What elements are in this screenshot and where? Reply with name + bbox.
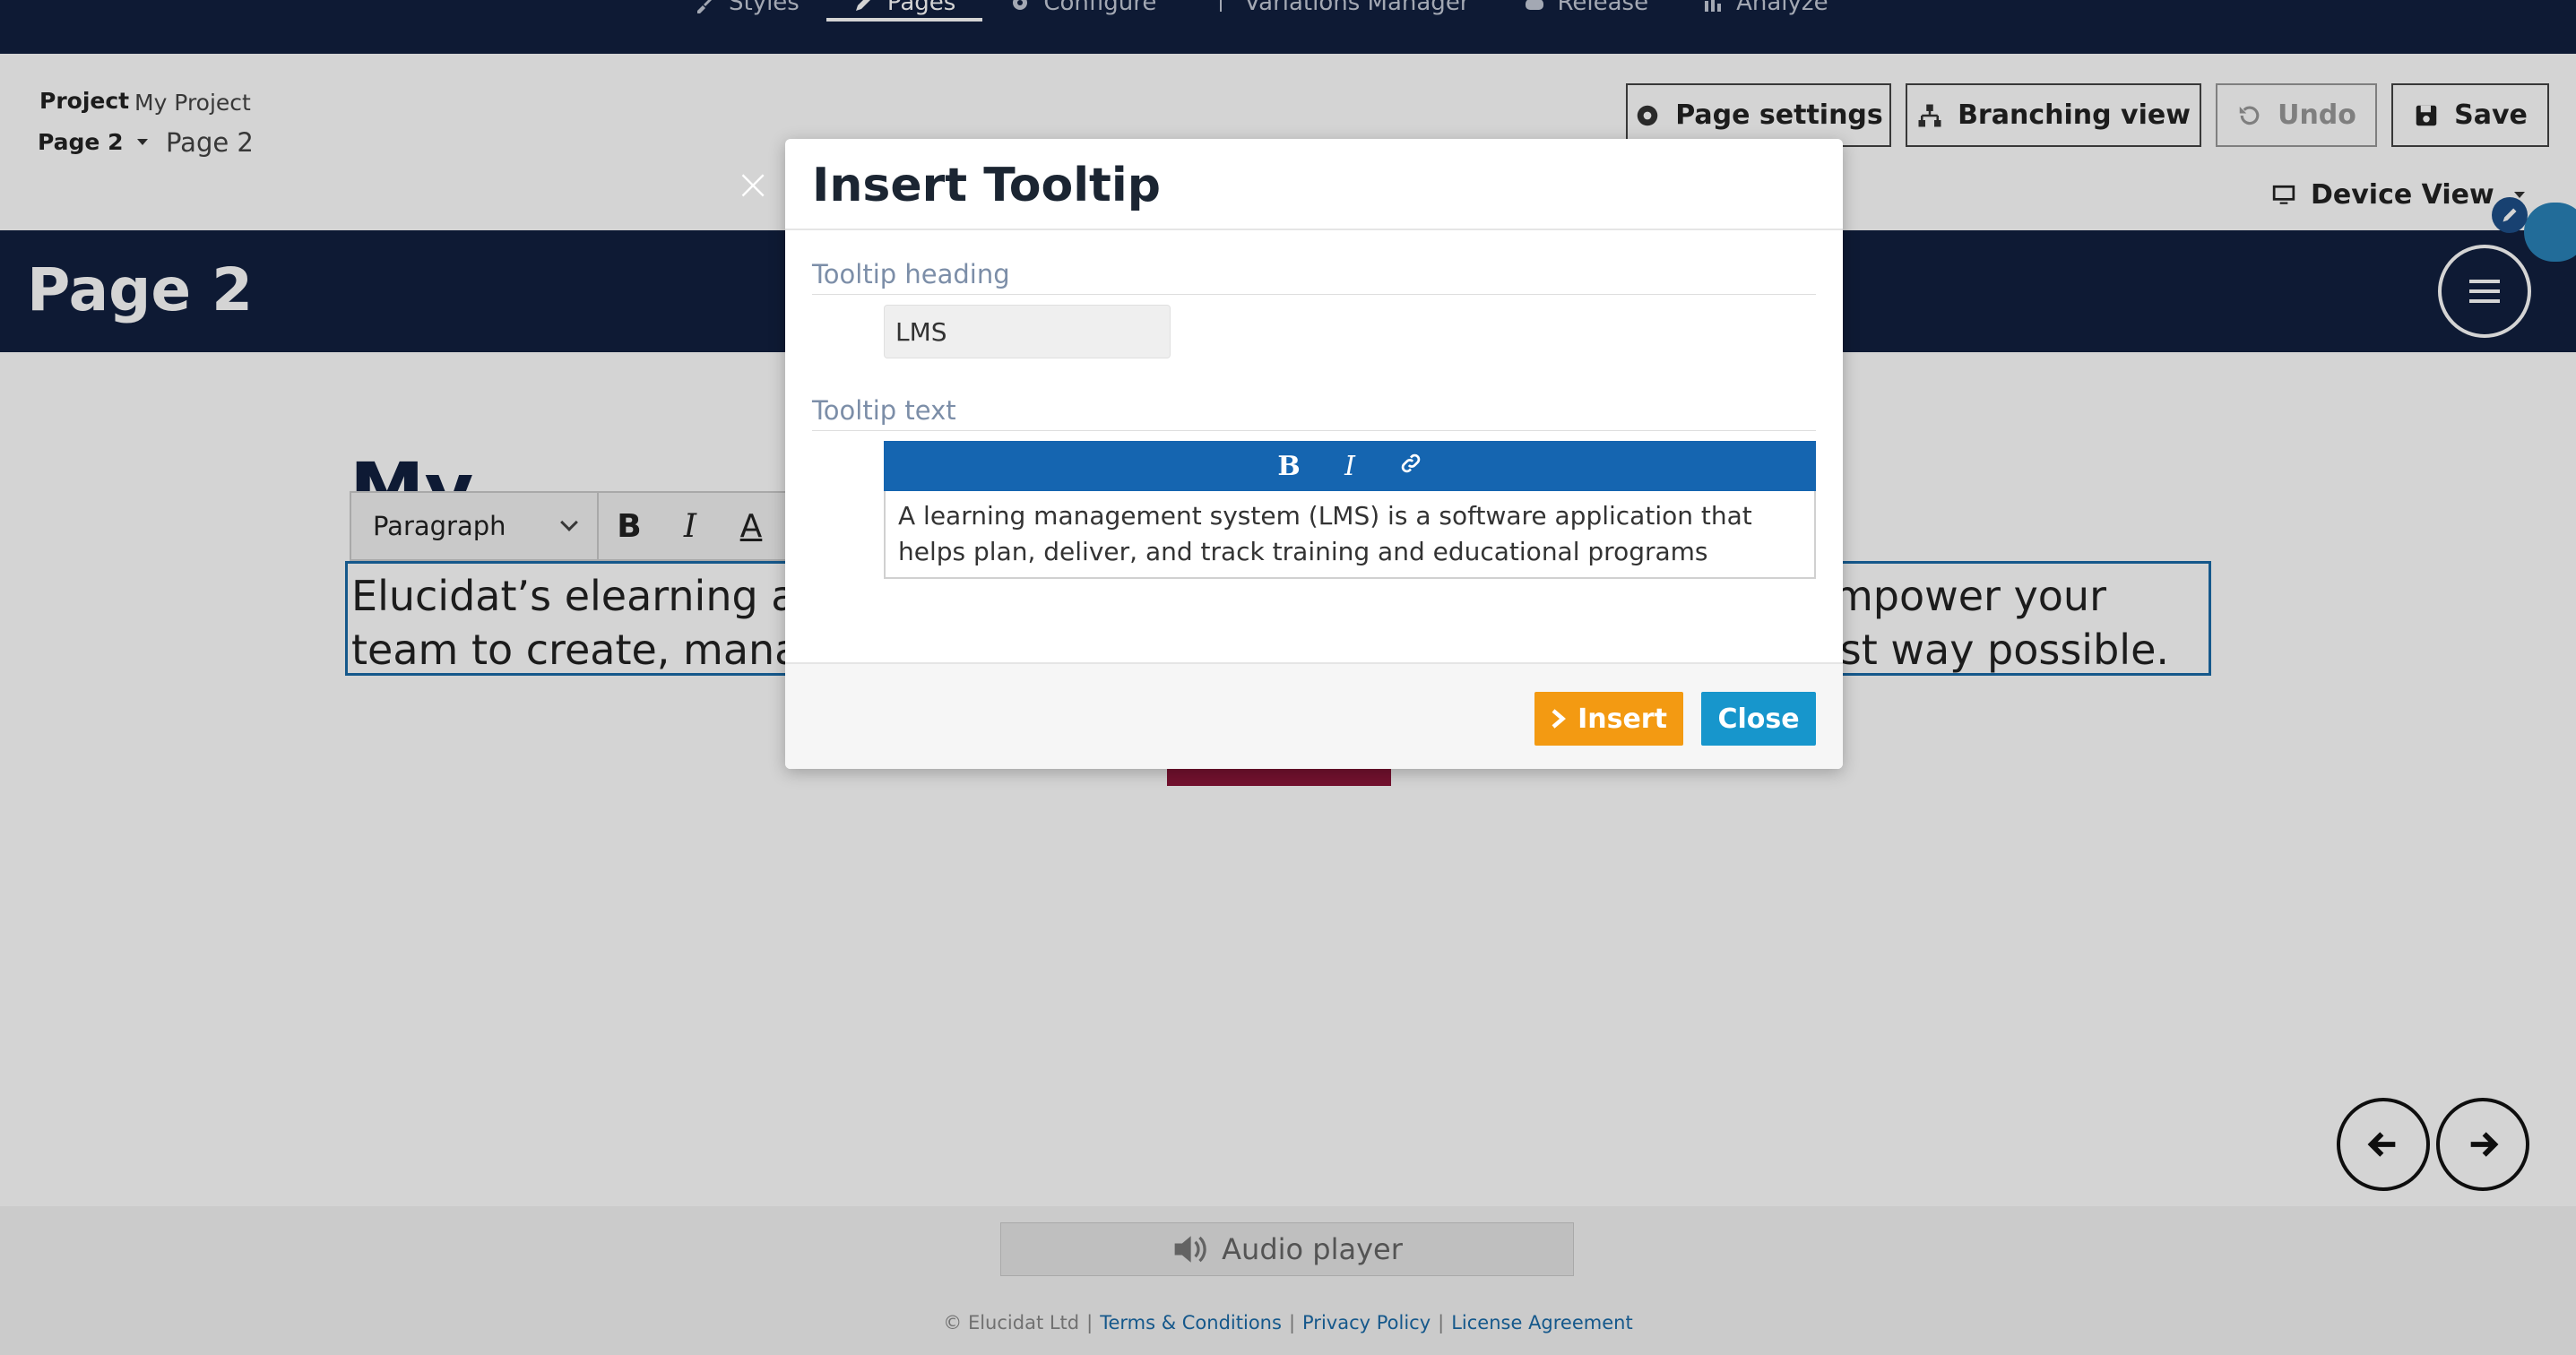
- tooltip-link-button[interactable]: [1396, 451, 1425, 482]
- dialog-title: Insert Tooltip: [812, 159, 1161, 212]
- insert-tooltip-dialog: Insert Tooltip Tooltip heading LMS Toolt…: [785, 139, 1843, 769]
- close-icon[interactable]: ×: [735, 163, 771, 206]
- tooltip-heading-input[interactable]: LMS: [884, 305, 1171, 358]
- tooltip-heading-label: Tooltip heading: [812, 259, 1010, 289]
- divider: [785, 229, 1843, 230]
- chevron-right-icon: [1552, 709, 1567, 729]
- tooltip-text-label: Tooltip text: [812, 395, 956, 426]
- tooltip-text-toolbar: B I: [884, 441, 1816, 491]
- dialog-footer: Insert Close: [785, 662, 1843, 769]
- tooltip-italic-button[interactable]: I: [1336, 451, 1364, 482]
- close-button[interactable]: Close: [1701, 692, 1816, 746]
- tooltip-text-editor[interactable]: A learning management system (LMS) is a …: [884, 491, 1816, 579]
- insert-label: Insert: [1578, 703, 1667, 735]
- divider: [812, 430, 1816, 431]
- link-icon: [1401, 453, 1421, 472]
- insert-button[interactable]: Insert: [1534, 692, 1683, 746]
- close-label: Close: [1717, 703, 1800, 735]
- divider: [812, 294, 1816, 295]
- tooltip-bold-button[interactable]: B: [1275, 451, 1303, 482]
